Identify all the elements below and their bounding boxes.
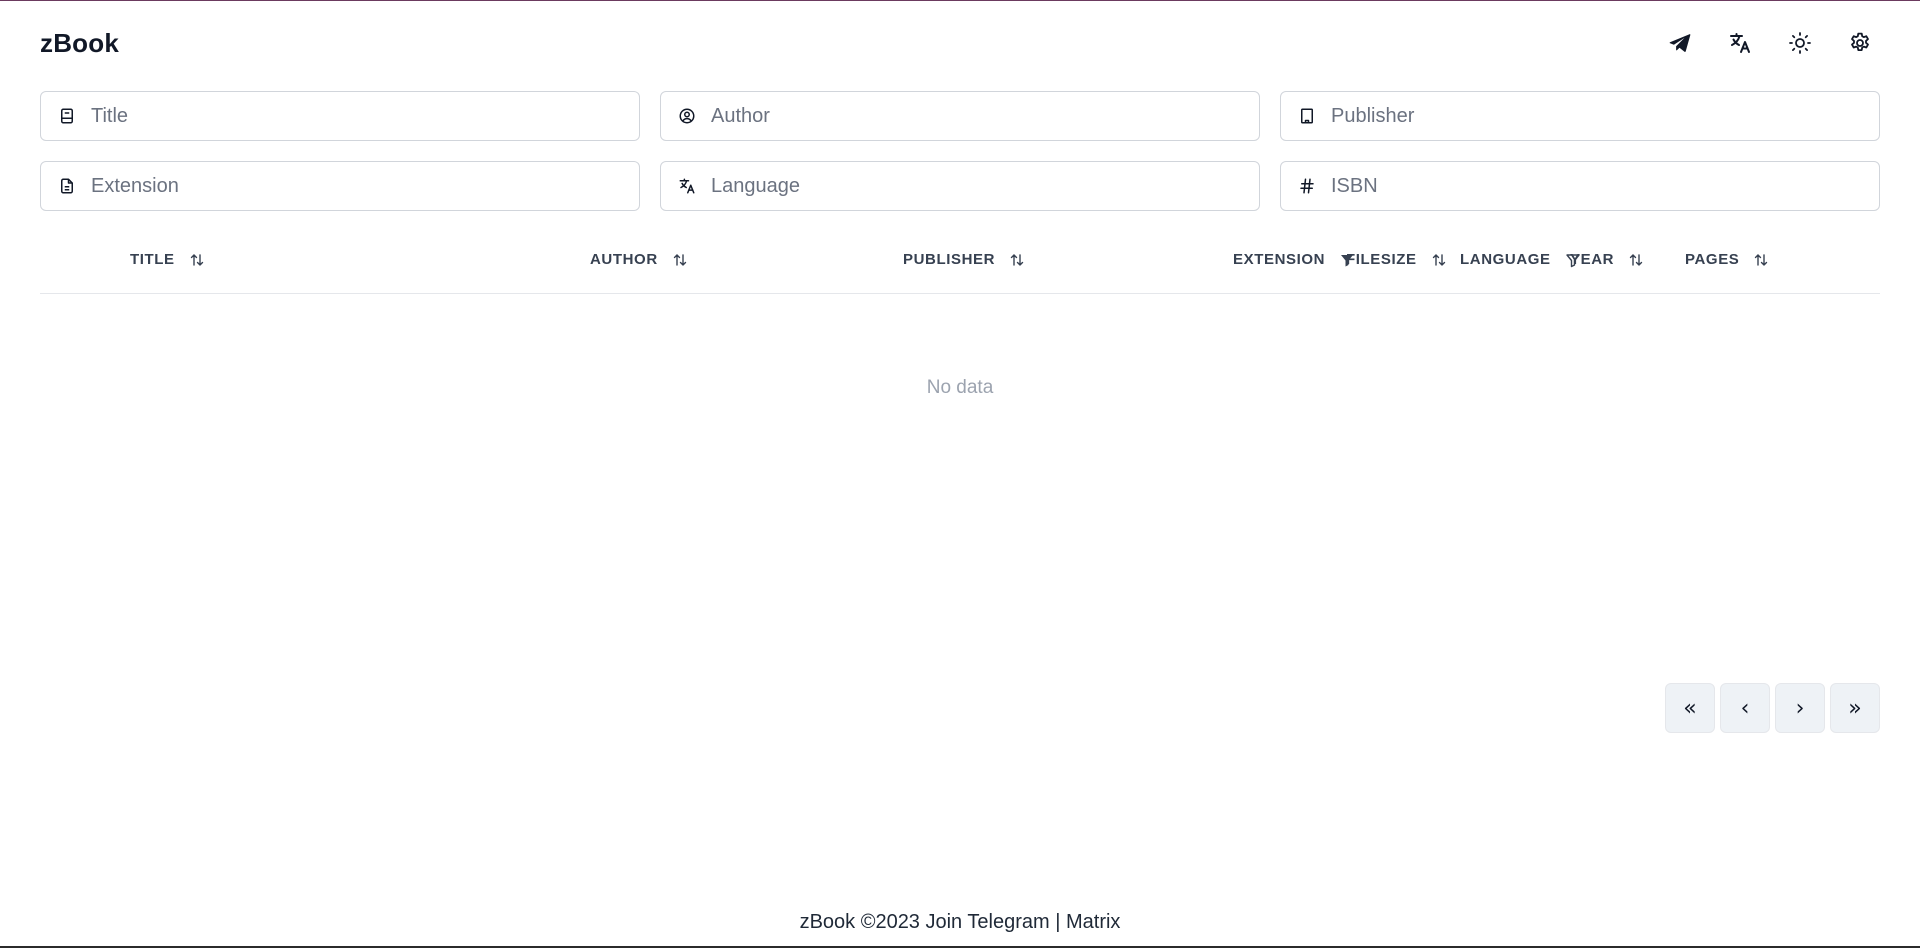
column-pages[interactable]: Pages [1685,251,1769,268]
translate-icon [1730,33,1750,53]
file-icon [57,176,77,196]
extension-field [40,161,640,211]
extension-input[interactable] [41,162,639,210]
isbn-input[interactable] [1281,162,1879,210]
pagination: « ‹ › » [1665,683,1880,733]
first-page-button[interactable]: « [1665,683,1715,733]
hash-icon [1297,176,1317,196]
sort-icon [1010,253,1024,266]
header-actions [1660,23,1880,63]
app-title: zBook [40,27,119,58]
translate-icon [677,176,697,196]
language-input[interactable] [661,162,1259,210]
footer-separator: | [1055,911,1061,933]
column-author[interactable]: Author [590,251,688,268]
footer-copyright: zBook ©2023 Join [799,911,963,933]
title-input[interactable] [41,92,639,140]
telegram-link[interactable]: Telegram [967,911,1049,933]
gear-icon [1851,32,1869,51]
publisher-input[interactable] [1281,92,1879,140]
language-field [660,161,1260,211]
telegram-button[interactable] [1660,23,1700,63]
previous-page-button[interactable]: ‹ [1720,683,1770,733]
isbn-field [1280,161,1880,211]
user-circle-icon [677,106,697,126]
column-year[interactable]: Year [1570,251,1644,268]
title-field [40,91,640,141]
author-field [660,91,1260,141]
header: zBook [40,19,1880,67]
sort-icon [1432,253,1445,266]
author-input[interactable] [661,92,1259,140]
telegram-icon [1669,34,1691,52]
sort-icon [673,253,686,266]
theme-toggle-button[interactable] [1780,23,1820,63]
last-page-button[interactable]: » [1830,683,1880,733]
sort-icon [190,253,203,266]
column-title[interactable]: Title [130,251,205,268]
book-icon [57,106,77,126]
language-button[interactable] [1720,23,1760,63]
search-filters [40,91,1880,211]
sort-icon [1629,253,1643,266]
matrix-link[interactable]: Matrix [1066,911,1120,933]
footer: zBook ©2023 Join Telegram | Matrix [0,911,1920,934]
publisher-field [1280,91,1880,141]
column-extension[interactable]: Extension [1233,251,1355,268]
column-language[interactable]: Language [1460,251,1581,268]
empty-state-text: No data [926,377,994,398]
settings-button[interactable] [1840,23,1880,63]
table-header: Title Author Publisher Extension Filesiz… [40,235,1880,294]
building-icon [1297,106,1317,126]
sun-icon [1789,32,1811,54]
next-page-button[interactable]: › [1775,683,1825,733]
column-filesize[interactable]: Filesize [1346,251,1447,268]
column-publisher[interactable]: Publisher [903,251,1025,268]
sort-icon [1755,253,1768,266]
